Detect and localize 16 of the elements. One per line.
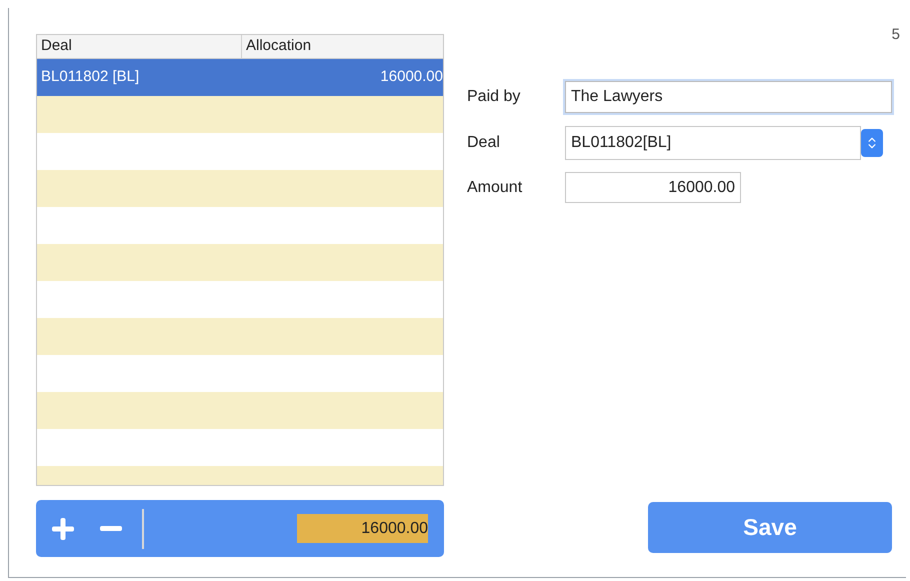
table-row[interactable]: BL011802 [BL] 16000.00 (37, 58, 443, 96)
page-number: 5 (892, 25, 900, 45)
minus-icon (100, 526, 122, 531)
table-cell-text: 16000.00 (379, 66, 443, 87)
field-label: Amount (467, 178, 524, 198)
add-button[interactable] (52, 518, 74, 540)
total-amount: 16000.00 (297, 514, 428, 543)
field-label: Paid by (467, 87, 522, 107)
column-header[interactable]: Allocation (242, 35, 443, 58)
plus-icon (52, 518, 74, 540)
field-label: Deal (467, 133, 501, 153)
remove-button[interactable] (100, 526, 122, 531)
paid-by-field[interactable]: The Lawyers (565, 81, 892, 113)
table-cell-text: BL011802 [BL] (40, 66, 140, 87)
column-header[interactable]: Deal (37, 35, 242, 58)
amount-field[interactable]: 16000.00 (565, 172, 741, 203)
